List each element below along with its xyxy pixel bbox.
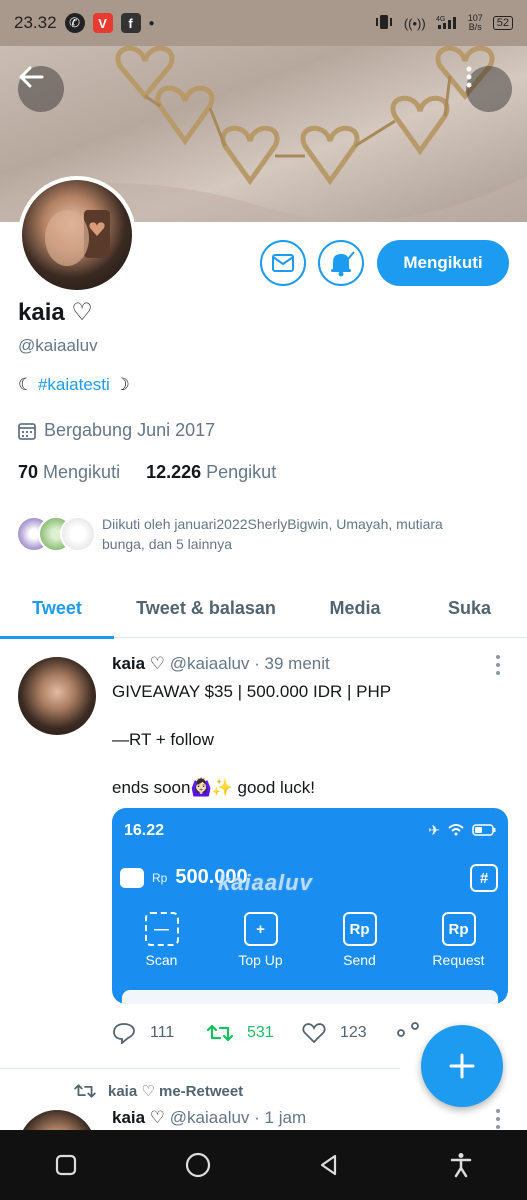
envelope-icon [272, 254, 294, 272]
airplane-icon: ✈ [428, 822, 440, 838]
reply-icon [113, 1023, 135, 1044]
request-icon: Rp [441, 912, 476, 946]
like-count: 123 [340, 1024, 367, 1041]
heart-icon [302, 1023, 326, 1044]
share-icon [397, 1022, 419, 1037]
triangle-back-icon [321, 1154, 337, 1176]
wallet-icon [120, 867, 144, 888]
followers-link[interactable]: 12.226 Pengikut [146, 462, 276, 483]
media-status-icons: ✈ [428, 822, 496, 839]
tweet-author-name[interactable]: kaia ♡ [112, 654, 165, 673]
media-watermark: kaiaaluv [218, 870, 313, 895]
compose-tweet-button[interactable] [421, 1025, 503, 1107]
recent-apps-button[interactable] [46, 1145, 86, 1185]
profile-tabs: Tweet Tweet & balasan Media Suka [0, 578, 527, 639]
more-vertical-icon [496, 655, 500, 675]
tab-likes[interactable]: Suka [412, 578, 527, 638]
profile-name: kaia ♡ [18, 299, 93, 326]
tweet-avatar[interactable] [18, 657, 96, 735]
media-action-send: Rp Send [310, 912, 409, 968]
facebook-icon: f [120, 13, 141, 33]
hashtag-icon: # [470, 864, 498, 892]
tab-media[interactable]: Media [298, 578, 412, 638]
signal-icon: 4G [436, 14, 458, 33]
profile-page: 23.32 ✆ V f ● ((•)) 4G 107 B/s 52 Mengik… [0, 0, 527, 1200]
media-action-scan: — Scan [112, 912, 211, 968]
retweet-icon [207, 1024, 233, 1042]
profile-bio: ☾ #kaiatesti ☽ [18, 375, 130, 394]
profile-handle: @kaiaaluv [18, 336, 98, 355]
mutual-avatars [16, 514, 96, 554]
status-bar: 23.32 ✆ V f ● ((•)) 4G 107 B/s 52 [0, 0, 527, 46]
bell-check-icon [331, 251, 355, 277]
more-vertical-icon [496, 1109, 500, 1129]
tweet-more-button[interactable] [490, 654, 506, 676]
bio-hashtag-link[interactable]: #kaiatesti [38, 375, 110, 394]
scan-icon: — [144, 912, 179, 946]
send-icon: Rp [342, 912, 377, 946]
followed-by-row[interactable]: Diikuti oleh januari2022SherlyBigwin, Um… [16, 514, 482, 554]
back-button[interactable] [18, 66, 64, 112]
notification-dot-icon: ● [148, 17, 155, 29]
net-speed: 107 B/s [467, 13, 483, 32]
retweet-count: 531 [247, 1024, 274, 1041]
accessibility-icon [450, 1153, 472, 1178]
tweet-handle-time: @kaiaaluv · 1 jam [169, 1108, 307, 1127]
tweet-header: kaia ♡ @kaiaaluv · 39 menit [112, 654, 330, 674]
tab-tweet[interactable]: Tweet [0, 578, 114, 639]
home-button[interactable] [178, 1145, 218, 1185]
tab-tweet-replies[interactable]: Tweet & balasan [114, 578, 298, 638]
square-icon [55, 1154, 76, 1176]
accessibility-button[interactable] [441, 1145, 481, 1185]
tweet-more-button[interactable] [490, 1108, 506, 1130]
media-time: 16.22 [124, 822, 165, 839]
message-button[interactable] [260, 240, 306, 286]
tweet-divider [0, 1068, 400, 1069]
network-type: 4G [436, 16, 445, 23]
arrow-left-icon [19, 66, 44, 88]
follow-stats: 70 Mengikuti 12.226 Pengikut [18, 462, 276, 483]
joined-date: Bergabung Juni 2017 [18, 420, 215, 441]
following-link[interactable]: 70 Mengikuti [18, 462, 120, 483]
back-nav-button[interactable] [309, 1145, 349, 1185]
retweet-button[interactable]: 531 [207, 1022, 302, 1044]
media-action-topup: + Top Up [211, 912, 310, 968]
system-nav-bar [0, 1130, 527, 1200]
profile-avatar[interactable] [18, 176, 136, 294]
media-card-bottom [122, 990, 498, 1004]
mutual-avatar [60, 516, 96, 552]
media-actions: — Scan + Top Up Rp Send Rp Request [112, 912, 508, 968]
like-button[interactable]: 123 [302, 1022, 397, 1044]
tweet-header: kaia ♡ @kaiaaluv · 1 jam [112, 1108, 306, 1128]
tweet-author-name[interactable]: kaia ♡ [112, 1108, 165, 1127]
wifi-icon [448, 823, 464, 839]
battery-icon [472, 823, 496, 839]
status-time: 23.32 [14, 13, 57, 32]
topup-icon: + [243, 912, 278, 946]
whatsapp-icon: ✆ [64, 13, 85, 33]
plus-icon [449, 1053, 475, 1079]
avatar-photo [45, 210, 110, 266]
calendar-icon [18, 422, 36, 440]
reply-button[interactable]: 111 [112, 1022, 207, 1044]
more-options-button[interactable] [466, 66, 512, 112]
vibrate-icon [374, 14, 394, 33]
retweet-icon [74, 1084, 96, 1098]
hotspot-icon: ((•)) [403, 15, 426, 31]
vivaldi-icon: V [92, 13, 113, 33]
more-vertical-icon [466, 66, 472, 88]
circle-icon [185, 1152, 210, 1178]
battery-icon: 52 [492, 16, 513, 30]
media-action-request: Rp Request [409, 912, 508, 968]
retweet-indicator: kaia ♡ me-Retweet [74, 1082, 243, 1100]
tweet-text: GIVEAWAY $35 | 500.000 IDR | PHP —RT + f… [112, 682, 392, 797]
reply-count: 111 [150, 1024, 175, 1041]
following-button[interactable]: Mengikuti [377, 240, 509, 286]
notifications-button[interactable] [318, 240, 364, 286]
followed-by-text: Diikuti oleh januari2022SherlyBigwin, Um… [102, 516, 443, 552]
tweet-handle-time: @kaiaaluv · 39 menit [169, 654, 330, 673]
tweet-media-image[interactable]: 16.22 ✈ Rp 500.000 kaiaaluv # — Scan + T… [112, 808, 508, 1004]
